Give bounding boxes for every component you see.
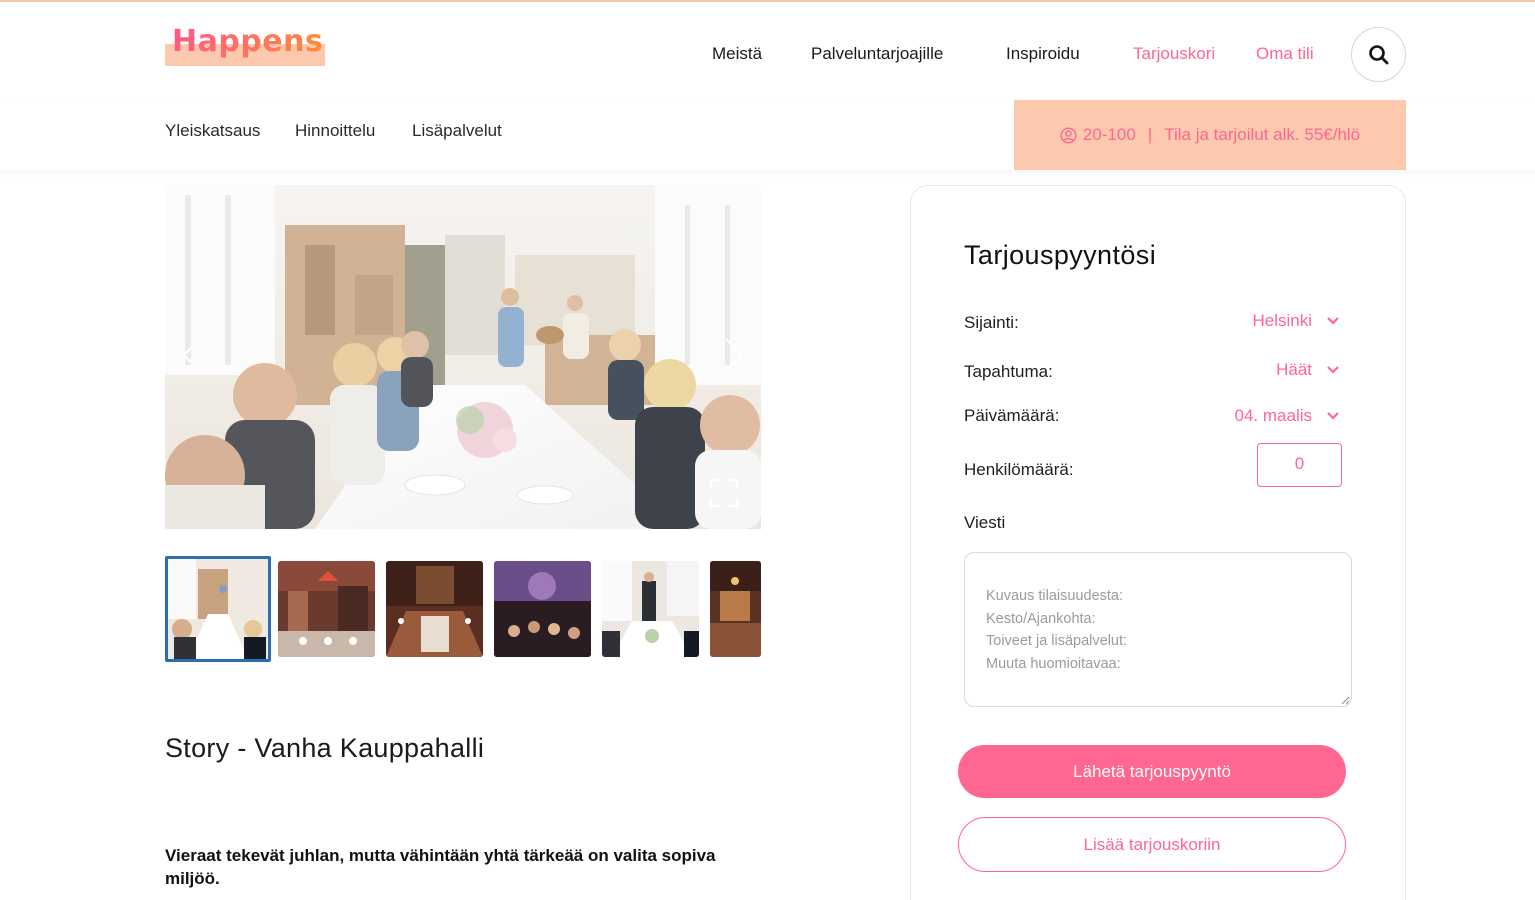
- chevron-down-icon: [1327, 317, 1339, 325]
- logo[interactable]: Happens: [165, 24, 325, 68]
- chevron-down-icon: [1327, 412, 1339, 420]
- venue-title: Story - Vanha Kauppahalli: [165, 733, 485, 763]
- location-label: Sijainti:: [964, 313, 1019, 332]
- date-select[interactable]: 04. maalis: [1235, 406, 1340, 426]
- capacity-text: 20-100: [1082, 125, 1136, 144]
- gallery-thumbnail[interactable]: [278, 561, 375, 657]
- gallery-prev-arrow[interactable]: [176, 335, 206, 375]
- thumbnail-image: [386, 561, 483, 657]
- resize-handle-icon[interactable]: [1340, 695, 1350, 705]
- thumbnail-image: [494, 561, 591, 657]
- site-header: Happens Meistä Palveluntarjoajille Inspi…: [0, 2, 1535, 100]
- submit-quote-button[interactable]: Lähetä tarjouspyyntö: [958, 745, 1346, 798]
- message-textarea[interactable]: Kuvaus tilaisuudesta: Kesto/Ajankohta: T…: [964, 552, 1352, 707]
- gallery-thumbnail[interactable]: [602, 561, 699, 657]
- person-circle-icon: [1060, 126, 1077, 144]
- event-value: Häät: [1276, 360, 1312, 379]
- nav-meista[interactable]: Meistä: [712, 44, 762, 64]
- capacity-price-banner: 20-100 | Tila ja tarjoilut alk. 55€/hlö: [1014, 100, 1406, 170]
- venue-lead-text: Vieraat tekevät juhlan, mutta vähintään …: [165, 846, 716, 888]
- logo-text: Happens: [172, 24, 324, 59]
- event-label: Tapahtuma:: [964, 362, 1053, 381]
- message-label: Viesti: [964, 513, 1006, 532]
- location-value: Helsinki: [1252, 311, 1312, 330]
- search-button[interactable]: [1351, 27, 1406, 82]
- thumbnail-image: [168, 559, 268, 659]
- nav-tarjouskori[interactable]: Tarjouskori: [1133, 44, 1215, 64]
- main-photo[interactable]: [165, 185, 761, 529]
- location-select[interactable]: Helsinki: [1252, 311, 1340, 331]
- gallery-thumbnail[interactable]: [494, 561, 591, 657]
- subnav-hinnoittelu[interactable]: Hinnoittelu: [295, 121, 375, 141]
- search-icon: [1368, 44, 1388, 64]
- fullscreen-icon[interactable]: [708, 477, 740, 509]
- nav-inspiroidu[interactable]: Inspiroidu: [1006, 44, 1080, 64]
- event-select[interactable]: Häät: [1276, 360, 1340, 380]
- gallery-thumbnail[interactable]: [386, 561, 483, 657]
- price-text: Tila ja tarjoilut alk. 55€/hlö: [1164, 125, 1361, 144]
- nav-oma-tili[interactable]: Oma tili: [1256, 44, 1314, 64]
- thumbnail-image: [278, 561, 375, 657]
- add-to-cart-button[interactable]: Lisää tarjouskoriin: [958, 817, 1346, 872]
- guests-label: Henkilömäärä:: [964, 460, 1074, 479]
- chevron-down-icon: [1327, 366, 1339, 374]
- thumbnail-image: [710, 561, 761, 657]
- nav-palveluntarjoajille[interactable]: Palveluntarjoajille: [811, 44, 943, 64]
- thumbnail-image: [602, 561, 699, 657]
- guest-count-input[interactable]: 0: [1257, 443, 1342, 487]
- banner-separator: |: [1147, 125, 1153, 144]
- gallery-thumbnail[interactable]: [710, 561, 761, 657]
- gallery-thumbnail[interactable]: [165, 556, 271, 662]
- date-label: Päivämäärä:: [964, 406, 1060, 425]
- date-value: 04. maalis: [1234, 406, 1312, 425]
- main-photo-image: [165, 185, 761, 529]
- quote-card-title: Tarjouspyyntösi: [964, 240, 1157, 270]
- subnav-lisapalvelut[interactable]: Lisäpalvelut: [412, 121, 502, 141]
- gallery-next-arrow[interactable]: [720, 335, 750, 375]
- subnav-yleiskatsaus[interactable]: Yleiskatsaus: [165, 121, 260, 141]
